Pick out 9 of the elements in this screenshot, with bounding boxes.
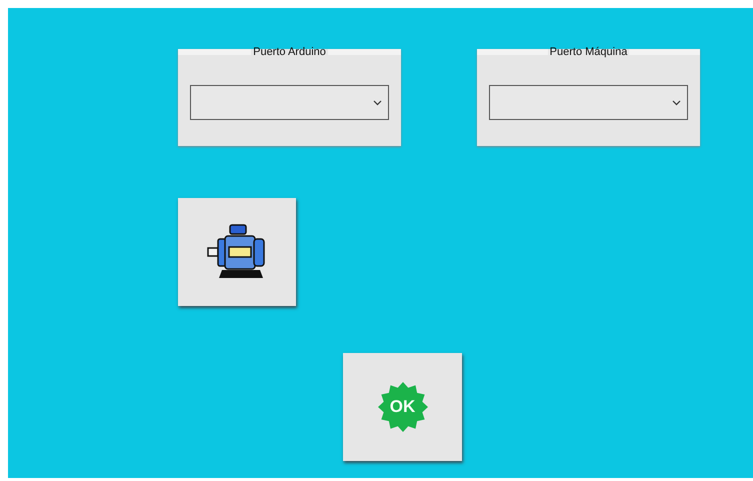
electric-motor-icon (206, 224, 268, 280)
ok-button[interactable]: OK (343, 353, 462, 461)
chevron-down-icon (373, 100, 382, 106)
motor-button[interactable] (178, 198, 296, 306)
group-legend: Puerto Máquina (548, 46, 630, 58)
port-dropdown[interactable] (489, 85, 688, 120)
group-legend: Puerto Arduino (251, 46, 328, 58)
port-dropdown[interactable] (190, 85, 389, 120)
chevron-down-icon (672, 100, 681, 106)
